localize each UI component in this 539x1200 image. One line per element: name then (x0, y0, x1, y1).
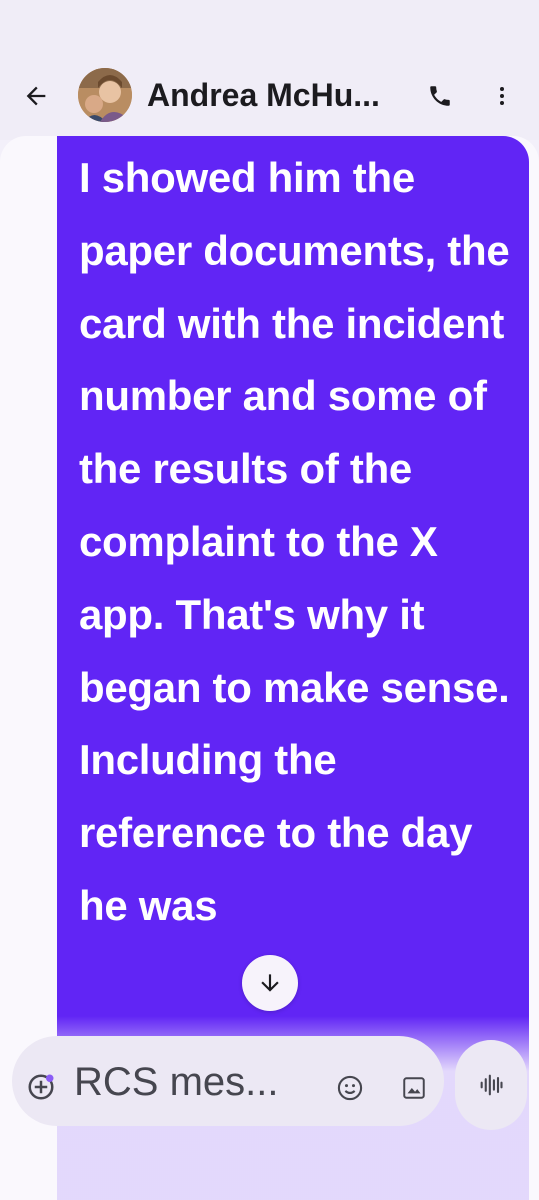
arrow-back-icon (26, 86, 46, 106)
phone-icon (430, 86, 450, 106)
more-vertical-icon (500, 87, 504, 105)
emoji-button[interactable] (330, 1068, 370, 1108)
back-button[interactable] (18, 78, 54, 114)
conversation-header: Andrea McHu... (0, 0, 539, 140)
arrow-down-icon (261, 974, 279, 992)
gallery-button[interactable] (394, 1068, 434, 1108)
gallery-icon (403, 1077, 425, 1099)
avatar[interactable] (78, 68, 132, 122)
add-attachment-button[interactable] (24, 1070, 58, 1104)
emoji-icon (337, 1075, 363, 1101)
call-button[interactable] (420, 76, 460, 116)
voice-waveform-icon (480, 1074, 503, 1096)
more-options-button[interactable] (482, 76, 522, 116)
message-input[interactable]: RCS mes... (74, 1056, 314, 1108)
contact-name[interactable]: Andrea McHu... (147, 74, 409, 116)
voice-message-button[interactable] (455, 1040, 527, 1130)
scroll-to-bottom-button[interactable] (242, 955, 298, 1011)
message-text: I showed him the paper documents, the ca… (79, 154, 510, 929)
add-circle-icon (28, 1074, 54, 1100)
